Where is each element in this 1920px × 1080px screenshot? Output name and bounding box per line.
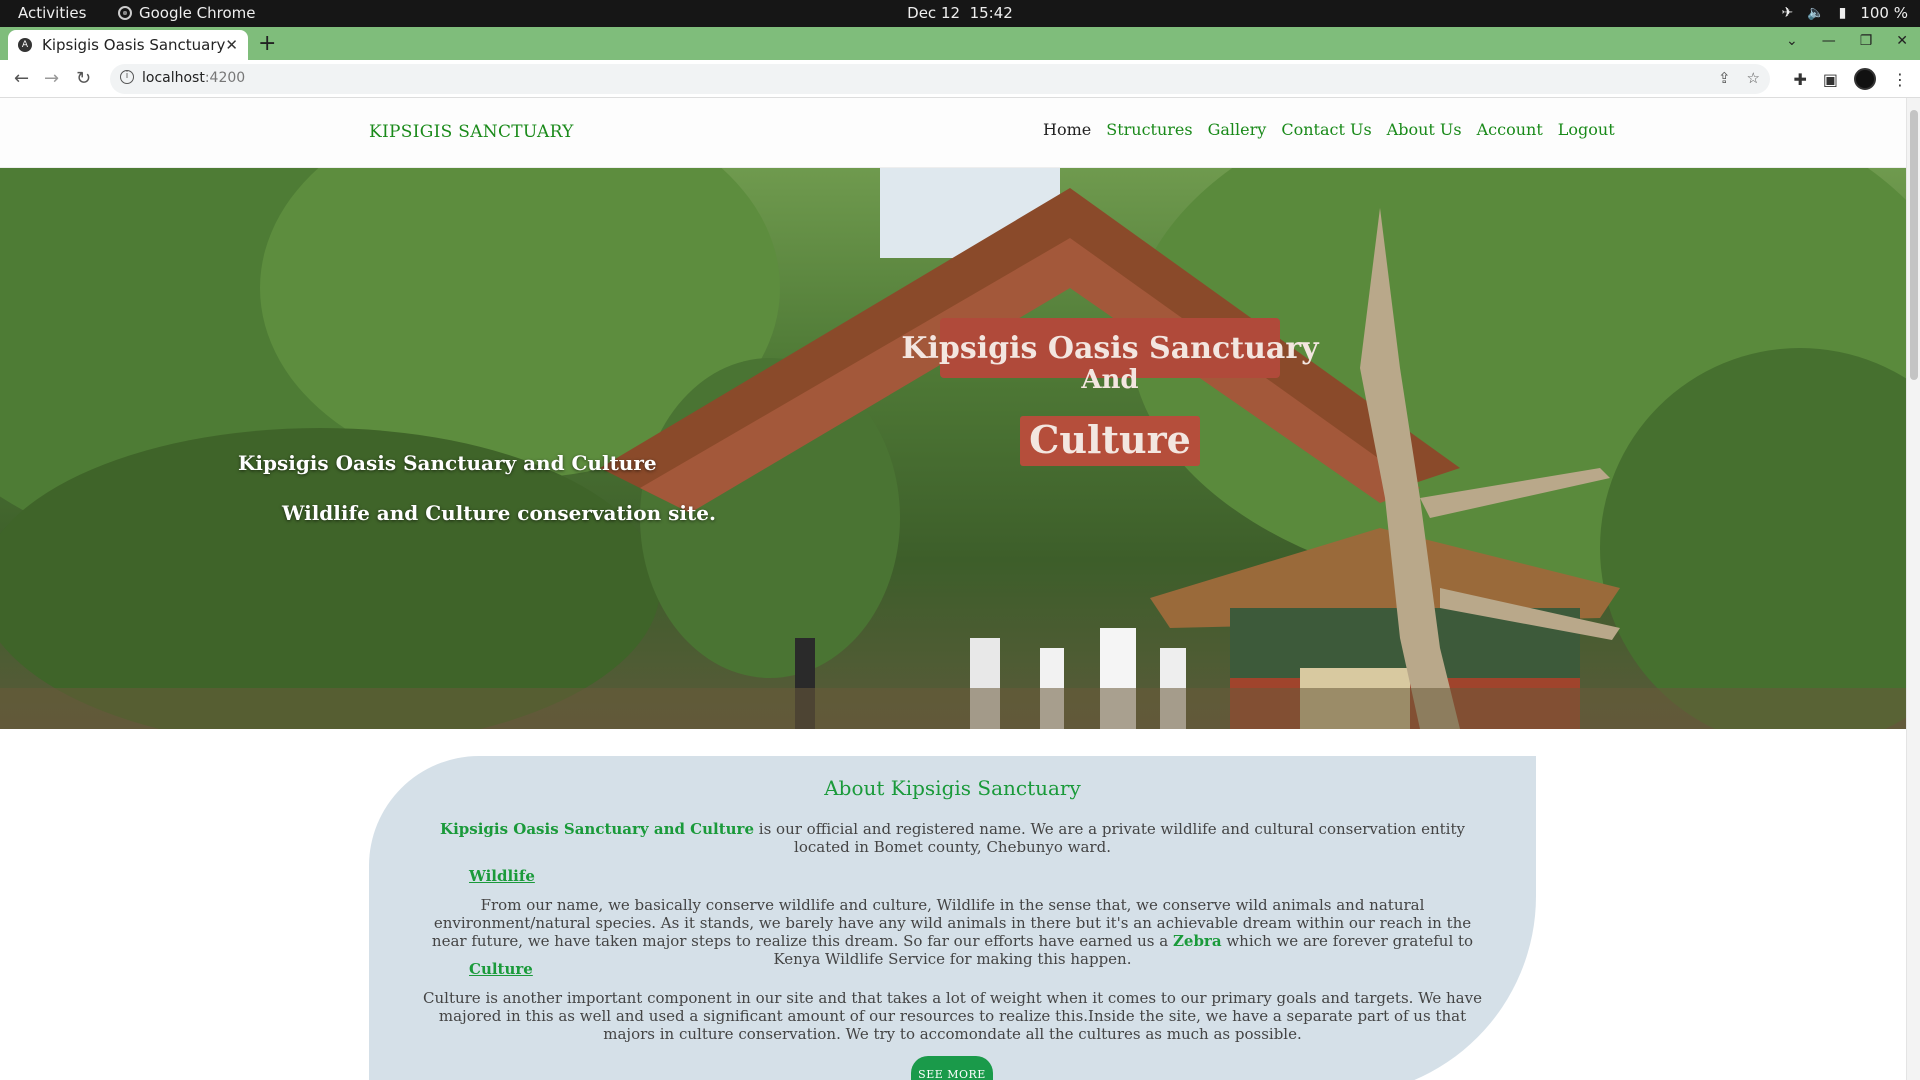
reload-icon[interactable]: ↻ [76, 68, 91, 89]
site-brand[interactable]: KIPSIGIS SANCTUARY [369, 122, 574, 142]
window-controls: ⌄ — ❐ ✕ [1786, 33, 1908, 49]
address-bar[interactable]: i localhost:4200 ⇪ ☆ [110, 64, 1770, 94]
volume-icon: 🔈 [1807, 5, 1825, 21]
hero-banner: Kipsigis Oasis Sanctuary And Culture Kip… [0, 168, 1906, 729]
nav-about[interactable]: About Us [1387, 120, 1462, 139]
minimize-icon[interactable]: — [1822, 33, 1836, 49]
see-more-button[interactable]: SEE MORE [911, 1056, 993, 1080]
sign-mid-text: And [1080, 365, 1138, 395]
about-intro: Kipsigis Oasis Sanctuary and Culture is … [419, 820, 1486, 856]
tab-search-icon[interactable]: ⌄ [1786, 33, 1798, 49]
about-title: About Kipsigis Sanctuary [824, 776, 1081, 800]
clock: Dec 12 15:42 [0, 4, 1920, 22]
app-menu[interactable]: Google Chrome [118, 4, 256, 22]
share-icon[interactable]: ⇪ [1718, 69, 1731, 87]
airplane-mode-icon: ✈ [1781, 5, 1794, 21]
nav-home[interactable]: Home [1043, 120, 1091, 139]
tab-close-icon[interactable]: ✕ [225, 36, 238, 54]
url-host: localhost [142, 70, 205, 86]
main-nav: Home Structures Gallery Contact Us About… [1043, 120, 1615, 139]
tab-active[interactable]: A Kipsigis Oasis Sanctuary ✕ [8, 30, 248, 60]
app-name: Google Chrome [139, 4, 256, 22]
browser-toolbar: ← → ↻ i localhost:4200 ⇪ ☆ ✚ ▣ ⋮ [0, 60, 1920, 98]
scrollbar-thumb[interactable] [1910, 110, 1918, 380]
hero-subtitle: Wildlife and Culture conservation site. [282, 501, 716, 525]
intro-highlight: Kipsigis Oasis Sanctuary and Culture [440, 820, 755, 838]
close-window-icon[interactable]: ✕ [1896, 33, 1908, 49]
chrome-menu-icon[interactable]: ⋮ [1892, 70, 1908, 89]
nav-gallery[interactable]: Gallery [1208, 120, 1267, 139]
sign-top-text: Kipsigis Oasis Sanctuary [901, 331, 1320, 366]
back-icon[interactable]: ← [14, 68, 29, 89]
battery-level: 100 % [1860, 4, 1908, 22]
os-top-bar: Activities Google Chrome Dec 12 15:42 ✈ … [0, 0, 1920, 27]
tab-strip: A Kipsigis Oasis Sanctuary ✕ + ⌄ — ❐ ✕ [0, 27, 1920, 60]
angular-favicon-icon: A [18, 38, 32, 52]
side-panel-icon[interactable]: ▣ [1823, 70, 1838, 89]
profile-avatar[interactable] [1854, 68, 1876, 90]
site-info-icon[interactable]: i [120, 70, 134, 84]
wildlife-text: From our name, we basically conserve wil… [419, 896, 1486, 968]
toolbar-actions: ✚ ▣ ⋮ [1793, 68, 1908, 90]
bookmark-star-icon[interactable]: ☆ [1747, 69, 1760, 87]
battery-icon: ▮ [1838, 5, 1847, 21]
wildlife-heading[interactable]: Wildlife [469, 867, 535, 885]
forward-icon[interactable]: → [44, 68, 59, 89]
page-viewport: KIPSIGIS SANCTUARY Home Structures Galle… [0, 98, 1920, 1080]
nav-structures[interactable]: Structures [1106, 120, 1192, 139]
url-port: :4200 [204, 70, 246, 86]
about-section: About Kipsigis Sanctuary Kipsigis Oasis … [369, 756, 1536, 1080]
nav-logout[interactable]: Logout [1558, 120, 1615, 139]
omnibox-actions: ⇪ ☆ [1718, 69, 1760, 87]
nav-account[interactable]: Account [1477, 120, 1543, 139]
activities-button[interactable]: Activities [18, 4, 86, 22]
url-text[interactable]: localhost:4200 [142, 70, 245, 86]
restore-icon[interactable]: ❐ [1860, 33, 1873, 49]
tab-title: Kipsigis Oasis Sanctuary [41, 36, 226, 54]
system-tray[interactable]: ✈ 🔈 ▮ 100 % [1781, 4, 1908, 22]
site-header: KIPSIGIS SANCTUARY Home Structures Galle… [0, 98, 1906, 168]
chrome-icon [118, 6, 132, 20]
sign-bottom-text: Culture [1029, 417, 1191, 462]
hero-image: Kipsigis Oasis Sanctuary And Culture [0, 168, 1906, 729]
nav-contact[interactable]: Contact Us [1281, 120, 1371, 139]
clock-date[interactable]: Dec 12 [907, 4, 960, 22]
extensions-icon[interactable]: ✚ [1793, 70, 1806, 89]
intro-text: is our official and registered name. We … [754, 820, 1465, 856]
page-scrollbar[interactable] [1906, 98, 1920, 1080]
culture-heading[interactable]: Culture [469, 960, 533, 978]
wildlife-highlight: Zebra [1172, 932, 1222, 950]
culture-text: Culture is another important component i… [423, 989, 1482, 1043]
new-tab-button[interactable]: + [258, 33, 276, 55]
hero-title: Kipsigis Oasis Sanctuary and Culture [238, 451, 657, 475]
clock-time[interactable]: 15:42 [970, 4, 1013, 22]
